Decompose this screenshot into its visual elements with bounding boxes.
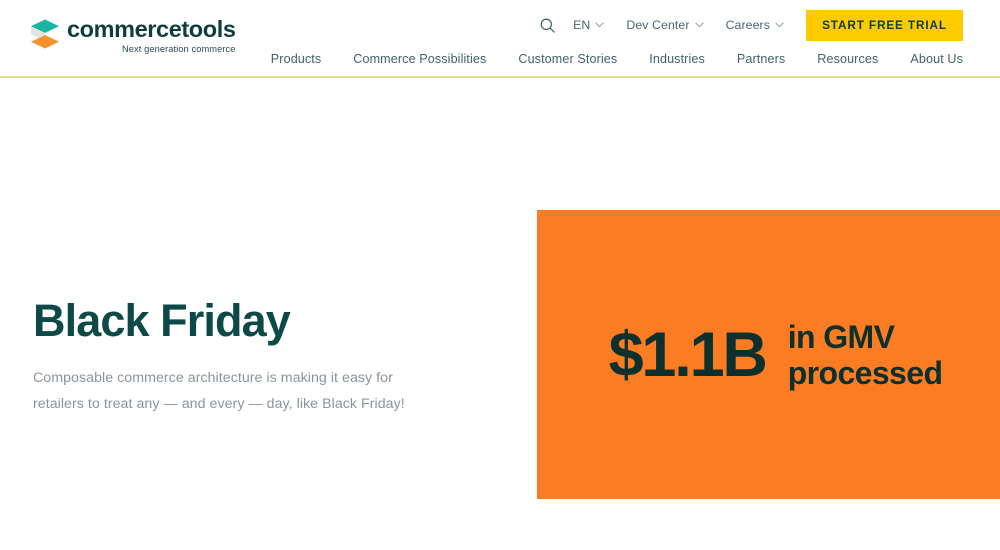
- stat-figure: $1.1B: [608, 319, 768, 390]
- commercetools-logo-icon: [31, 19, 59, 49]
- util-link-dev-center[interactable]: Dev Center: [626, 18, 704, 32]
- stat-inner: $1.1B in GMV processed: [609, 319, 943, 391]
- brand-logo[interactable]: commercetools Next generation commerce: [30, 16, 236, 55]
- util-link-careers[interactable]: Careers: [726, 18, 784, 32]
- util-link-language[interactable]: EN: [573, 18, 605, 32]
- nav-item-products[interactable]: Products: [271, 52, 322, 66]
- hero-subtitle: Composable commerce architecture is maki…: [33, 370, 405, 412]
- chevron-down-icon: [694, 22, 704, 28]
- brand-wordmark: commercetools: [67, 16, 236, 42]
- nav-item-commerce-possibilities[interactable]: Commerce Possibilities: [353, 52, 486, 66]
- chevron-down-icon: [775, 22, 784, 28]
- util-link-label: EN: [573, 18, 591, 32]
- stat-caption-line-2: processed: [787, 354, 943, 391]
- util-link-label: Careers: [725, 18, 770, 32]
- hero-copy: Black Friday Composable commerce archite…: [33, 295, 473, 417]
- utility-nav: EN Dev Center Careers START FREE TRIAL: [534, 9, 1000, 41]
- gmv-stat-panel: $1.1B in GMV processed: [537, 210, 1000, 499]
- nav-item-resources[interactable]: Resources: [817, 52, 878, 66]
- stat-caption: in GMV processed: [788, 319, 943, 391]
- main-navigation: Products Commerce Possibilities Customer…: [271, 52, 963, 66]
- search-icon[interactable]: [534, 12, 560, 38]
- site-header: commercetools Next generation commerce E…: [0, 0, 1000, 78]
- chevron-down-icon: [595, 22, 605, 28]
- nav-item-partners[interactable]: Partners: [737, 52, 785, 66]
- nav-item-industries[interactable]: Industries: [649, 52, 705, 66]
- util-link-label: Dev Center: [626, 18, 690, 32]
- hero-section: Black Friday Composable commerce archite…: [0, 80, 1000, 550]
- search-glyph: [540, 18, 555, 33]
- page-title: Black Friday: [33, 295, 291, 346]
- stat-caption-line-1: in GMV: [787, 318, 895, 355]
- start-free-trial-button[interactable]: START FREE TRIAL: [806, 9, 963, 41]
- brand-tagline: Next generation commerce: [121, 44, 236, 54]
- nav-item-about-us[interactable]: About Us: [910, 52, 963, 66]
- nav-item-customer-stories[interactable]: Customer Stories: [518, 52, 617, 66]
